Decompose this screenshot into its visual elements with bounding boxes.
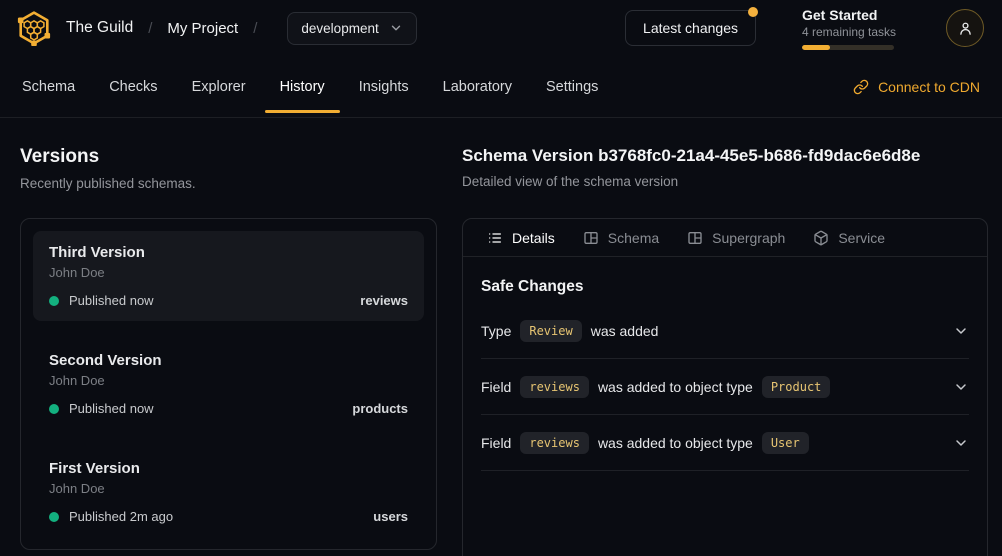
versions-list: Third Version John Doe Published now rev… [20,218,437,550]
person-icon [957,20,974,37]
change-prefix: Field [481,379,511,395]
schema-version-subtitle: Detailed view of the schema version [462,174,988,189]
nav-tabs: Schema Checks Explorer History Insights … [22,56,598,117]
detail-tab[interactable]: Details [487,230,555,246]
detail-tab[interactable]: Schema [583,230,659,246]
nav-tab[interactable]: Insights [359,56,409,117]
change-badge-secondary: Product [762,376,831,398]
version-service-name: users [373,509,408,524]
version-author: John Doe [49,481,408,496]
breadcrumb-project[interactable]: My Project [167,20,238,37]
columns-icon [583,230,599,246]
nav-tab-label: Insights [359,79,409,95]
main-navigation: Schema Checks Explorer History Insights … [0,56,1002,118]
schema-version-detail-panel: Details Schema Supergraph Service Safe C… [462,218,988,556]
nav-tab-label: Laboratory [443,79,512,95]
version-service-name: products [352,401,408,416]
version-title: Third Version [49,244,408,261]
version-title: Second Version [49,352,408,369]
breadcrumb-org[interactable]: The Guild [66,19,133,37]
chevron-down-icon[interactable] [953,435,969,451]
changes-list: Type Review was added Field reviews was … [481,303,969,471]
versions-subtitle: Recently published schemas. [20,176,437,191]
safe-changes-title: Safe Changes [481,278,969,296]
schema-version-column: Schema Version b3768fc0-21a4-45e5-b686-f… [462,146,988,556]
detail-tab-label: Details [512,230,555,246]
change-badge-secondary: User [762,432,809,454]
app-header: The Guild / My Project / development Lat… [0,0,1002,56]
published-status-dot [49,296,59,306]
chevron-down-icon[interactable] [953,379,969,395]
user-avatar-button[interactable] [946,9,984,47]
get-started-widget[interactable]: Get Started 4 remaining tasks [802,7,894,50]
nav-tab-label: Explorer [192,79,246,95]
version-list-item[interactable]: First Version John Doe Published 2m ago … [33,447,424,537]
nav-tab-label: Schema [22,79,75,95]
detail-tab-label: Supergraph [712,230,785,246]
connect-to-cdn-label: Connect to CDN [878,79,980,95]
version-published-status: Published 2m ago [69,509,173,524]
chevron-down-icon[interactable] [953,323,969,339]
get-started-subtitle: 4 remaining tasks [802,25,894,39]
schema-version-title: Schema Version b3768fc0-21a4-45e5-b686-f… [462,146,988,166]
change-description: was added [591,323,659,339]
nav-tab-label: Settings [546,79,598,95]
schema-change-row[interactable]: Field reviews was added to object type U… [481,415,969,471]
change-prefix: Field [481,435,511,451]
detail-tab[interactable]: Supergraph [687,230,785,246]
nav-tab[interactable]: Checks [109,56,157,117]
detail-tab[interactable]: Service [813,230,885,246]
version-title: First Version [49,460,408,477]
change-prefix: Type [481,323,511,339]
versions-column: Versions Recently published schemas. Thi… [20,146,437,556]
notification-dot [748,7,758,17]
published-status-dot [49,512,59,522]
chevron-down-icon [389,21,403,35]
nav-tab-label: Checks [109,79,157,95]
target-selector-dropdown[interactable]: development [287,12,416,45]
link-icon [853,79,869,95]
nav-tab[interactable]: Laboratory [443,56,512,117]
target-selector-value: development [301,21,378,36]
nav-tab[interactable]: History [280,56,325,117]
detail-tab-label: Service [838,230,885,246]
connect-to-cdn-link[interactable]: Connect to CDN [853,56,980,117]
version-author: John Doe [49,373,408,388]
guild-logo-icon[interactable] [16,10,52,46]
cube-icon [813,230,829,246]
detail-tab-label: Schema [608,230,659,246]
nav-tab[interactable]: Explorer [192,56,246,117]
nav-tab-label: History [280,79,325,95]
version-published-status: Published now [69,401,154,416]
change-badge-primary: reviews [520,376,589,398]
get-started-progress-fill [802,45,830,50]
detail-tabs: Details Schema Supergraph Service [463,219,987,257]
versions-title: Versions [20,146,437,168]
change-description: was added to object type [598,379,753,395]
version-list-item[interactable]: Third Version John Doe Published now rev… [33,231,424,321]
columns-icon [687,230,703,246]
latest-changes-button[interactable]: Latest changes [625,10,756,46]
nav-tab[interactable]: Schema [22,56,75,117]
schema-change-row[interactable]: Type Review was added [481,303,969,359]
version-published-status: Published now [69,293,154,308]
schema-change-row[interactable]: Field reviews was added to object type P… [481,359,969,415]
get-started-progress-bar [802,45,894,50]
published-status-dot [49,404,59,414]
main-content: Versions Recently published schemas. Thi… [0,118,1002,556]
nav-tab[interactable]: Settings [546,56,598,117]
change-badge-primary: reviews [520,432,589,454]
get-started-title: Get Started [802,7,894,23]
version-author: John Doe [49,265,408,280]
latest-changes-label: Latest changes [643,20,738,36]
breadcrumb-separator: / [253,20,257,37]
breadcrumb-separator: / [148,20,152,37]
version-service-name: reviews [360,293,408,308]
version-list-item[interactable]: Second Version John Doe Published now pr… [33,339,424,429]
list-icon [487,230,503,246]
change-description: was added to object type [598,435,753,451]
change-badge-primary: Review [520,320,581,342]
